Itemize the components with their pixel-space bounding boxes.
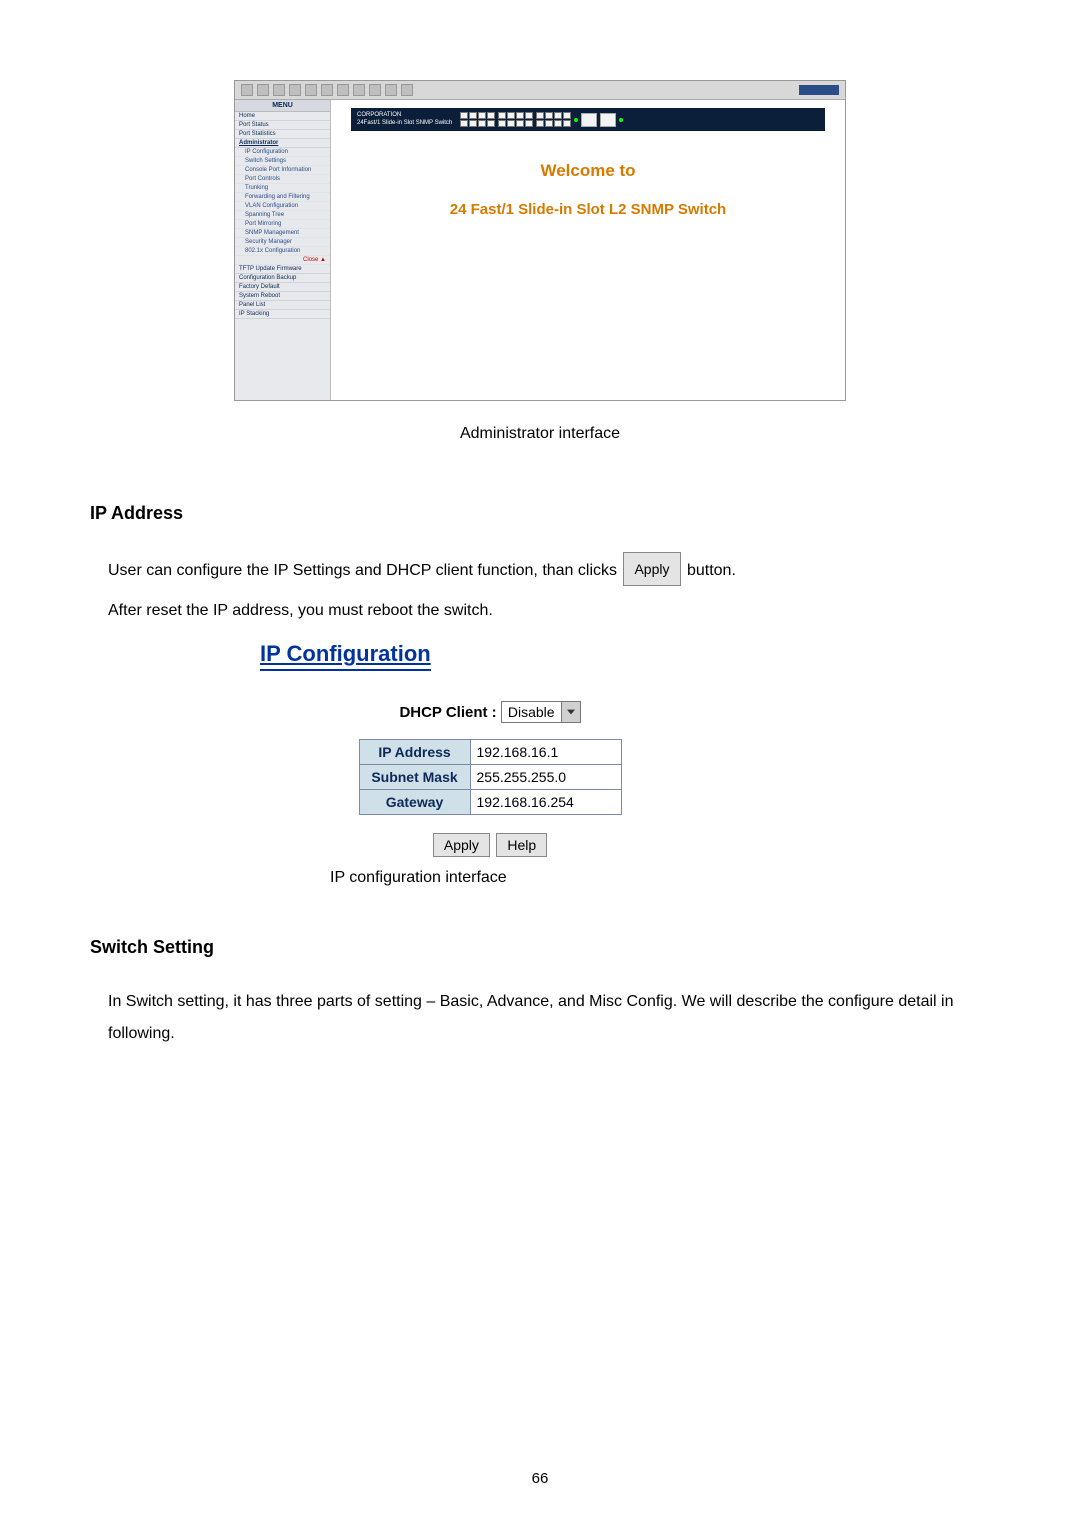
device-banner: CORPORATION 24Fast/1 Slide-in Slot SNMP …	[351, 108, 825, 131]
status-led-icon	[574, 118, 578, 122]
sidebar-item-home[interactable]: Home	[235, 112, 330, 121]
dhcp-select-value: Disable	[502, 704, 561, 720]
row-label-ip: IP Address	[359, 740, 470, 765]
slot-icon	[581, 113, 597, 127]
toolbar-icon	[385, 84, 397, 96]
banner-line2: 24Fast/1 Slide-in Slot SNMP Switch	[357, 120, 452, 127]
toolbar-icon	[369, 84, 381, 96]
sidebar-close[interactable]: Close ▲	[235, 256, 330, 265]
sidebar-item-port-status[interactable]: Port Status	[235, 121, 330, 130]
toolbar-icon	[337, 84, 349, 96]
toolbar-icon	[401, 84, 413, 96]
dhcp-label: DHCP Client :	[399, 704, 496, 721]
help-button[interactable]: Help	[496, 833, 547, 857]
sidebar-item[interactable]: Factory Default	[235, 283, 330, 292]
sidebar-item[interactable]: System Reboot	[235, 292, 330, 301]
toolbar-icon	[241, 84, 253, 96]
browser-toolbar	[235, 81, 845, 100]
ip-configuration-screenshot: IP Configuration DHCP Client : Disable I…	[260, 641, 720, 857]
row-label-gateway: Gateway	[359, 790, 470, 815]
product-name: 24 Fast/1 Slide-in Slot L2 SNMP Switch	[331, 201, 845, 218]
page-number: 66	[0, 1470, 1080, 1487]
apply-button[interactable]: Apply	[433, 833, 490, 857]
sidebar-sub[interactable]: SNMP Management	[235, 229, 330, 238]
sidebar-sub[interactable]: Spanning Tree	[235, 211, 330, 220]
sidebar-item[interactable]: Configuration Backup	[235, 274, 330, 283]
sidebar-sub[interactable]: Trunking	[235, 184, 330, 193]
row-label-mask: Subnet Mask	[359, 765, 470, 790]
sidebar-menu: MENU Home Port Status Port Statistics Ad…	[235, 100, 331, 400]
ip-paragraph-2: After reset the IP address, you must reb…	[108, 595, 990, 627]
sidebar-item-administrator[interactable]: Administrator	[235, 139, 330, 148]
sidebar-sub[interactable]: Port Controls	[235, 175, 330, 184]
sidebar-sub[interactable]: Forwarding and Filtering	[235, 193, 330, 202]
toolbar-branding	[799, 85, 839, 95]
sidebar-item[interactable]: IP Stacking	[235, 310, 330, 319]
slot-icon	[600, 113, 616, 127]
sidebar-sub[interactable]: Port Mirroring	[235, 220, 330, 229]
welcome-text: Welcome to	[331, 161, 845, 181]
sidebar-sub[interactable]: Security Manager	[235, 238, 330, 247]
ipconf-title: IP Configuration	[260, 641, 431, 671]
toolbar-icon	[305, 84, 317, 96]
figure-caption-ipconf: IP configuration interface	[330, 869, 990, 887]
dhcp-client-select[interactable]: Disable	[501, 701, 581, 723]
sidebar-item[interactable]: Panel List	[235, 301, 330, 310]
toolbar-icon	[321, 84, 333, 96]
ip-address-input[interactable]	[471, 740, 621, 764]
switch-setting-paragraph: In Switch setting, it has three parts of…	[108, 986, 990, 1050]
sidebar-item-port-statistics[interactable]: Port Statistics	[235, 130, 330, 139]
sidebar-sub[interactable]: IP Configuration	[235, 148, 330, 157]
ip-settings-table: IP Address Subnet Mask Gateway	[359, 739, 622, 815]
toolbar-icon	[257, 84, 269, 96]
menu-title: MENU	[235, 100, 330, 112]
subnet-mask-input[interactable]	[471, 765, 621, 789]
chevron-down-icon	[561, 702, 580, 722]
ip-para-text-before: User can configure the IP Settings and D…	[108, 562, 617, 579]
heading-ip-address: IP Address	[90, 503, 990, 524]
toolbar-icon	[273, 84, 285, 96]
content-area: CORPORATION 24Fast/1 Slide-in Slot SNMP …	[331, 100, 845, 400]
admin-interface-screenshot: MENU Home Port Status Port Statistics Ad…	[234, 80, 846, 401]
toolbar-icon	[289, 84, 301, 96]
apply-button-inline[interactable]: Apply	[623, 552, 680, 586]
gateway-input[interactable]	[471, 790, 621, 814]
sidebar-sub[interactable]: VLAN Configuration	[235, 202, 330, 211]
sidebar-item[interactable]: TFTP Update Firmware	[235, 265, 330, 274]
figure-caption-admin: Administrator interface	[90, 425, 990, 443]
ip-paragraph-1: User can configure the IP Settings and D…	[108, 552, 990, 587]
toolbar-icon	[353, 84, 365, 96]
sidebar-sub[interactable]: Switch Settings	[235, 157, 330, 166]
switch-port-panel	[460, 112, 623, 127]
heading-switch-setting: Switch Setting	[90, 937, 990, 958]
sidebar-sub[interactable]: 802.1x Configuration	[235, 247, 330, 256]
banner-line1: CORPORATION	[357, 112, 452, 119]
status-led-icon	[619, 118, 623, 122]
sidebar-sub[interactable]: Console Port Information	[235, 166, 330, 175]
ip-para-text-after: button.	[687, 562, 736, 579]
